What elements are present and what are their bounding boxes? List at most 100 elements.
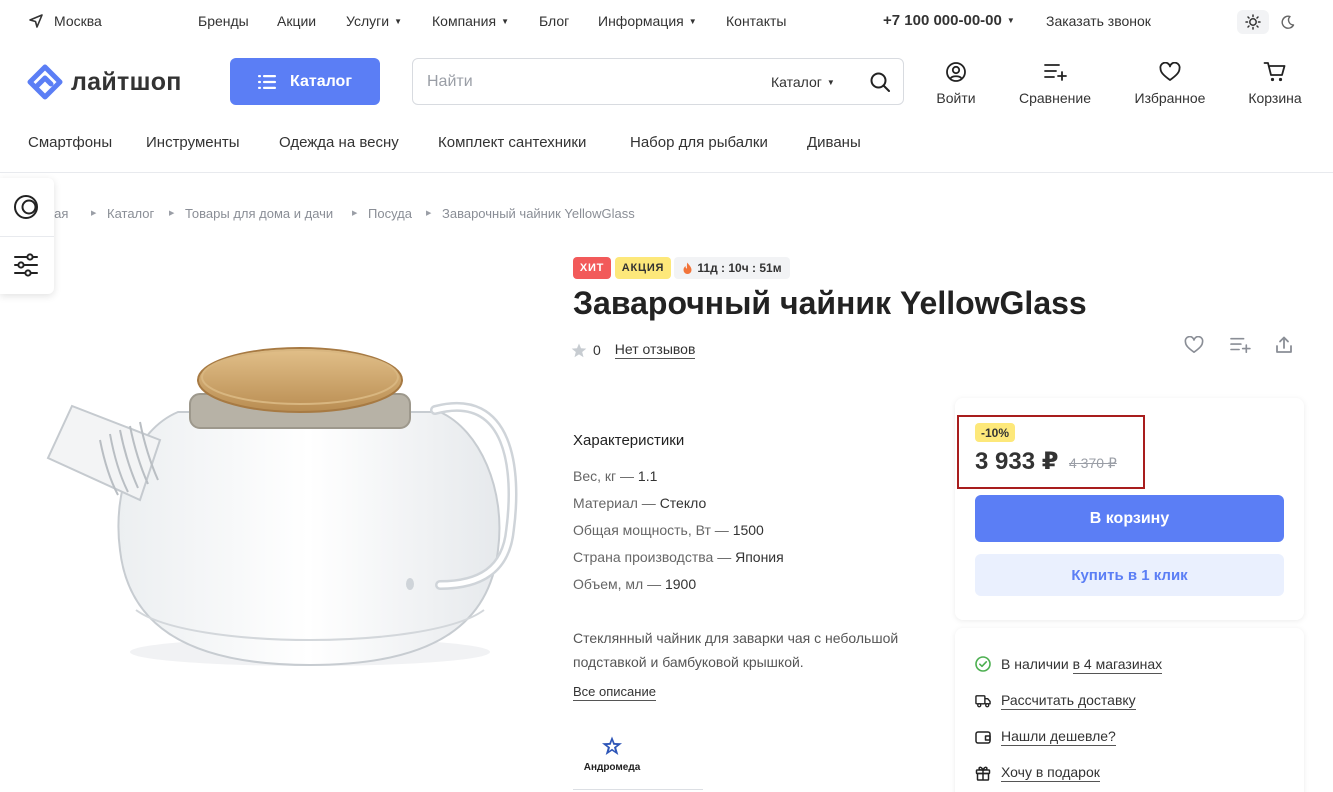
char-value: 1900	[664, 576, 697, 592]
floating-side-panel	[0, 178, 54, 294]
nav-blog-label: Блог	[539, 13, 570, 29]
nav-contacts-label: Контакты	[726, 13, 787, 29]
found-cheaper-link[interactable]: Нашли дешевле?	[1001, 728, 1116, 746]
catalog-button-label: Каталог	[290, 72, 352, 90]
add-to-favorites-button[interactable]	[1184, 335, 1204, 359]
breadcrumb-chevron-icon: ▶	[352, 210, 358, 217]
wallet-icon	[975, 731, 991, 744]
callback-link[interactable]: Заказать звонок	[1046, 13, 1151, 29]
breadcrumb-item[interactable]: Посуда	[368, 206, 412, 221]
brand-divider	[573, 789, 703, 790]
check-circle-icon	[975, 656, 991, 672]
delivery-info: Рассчитать доставку	[975, 692, 1136, 710]
compare-button[interactable]: Сравнение	[1012, 60, 1098, 106]
truck-icon	[975, 695, 991, 708]
hit-badge: ХИТ	[573, 257, 611, 279]
breadcrumb-item[interactable]: Каталог	[107, 206, 154, 221]
char-value: 1.1	[637, 468, 658, 484]
search-button[interactable]	[869, 71, 891, 98]
logo-icon	[27, 64, 63, 100]
characteristic-row: Вес, кг — 1.1	[573, 468, 658, 484]
login-button[interactable]: Войти	[930, 60, 982, 106]
reviews-link[interactable]: Нет отзывов	[614, 341, 696, 359]
category-link[interactable]: Набор для рыбалки	[630, 134, 768, 151]
delivery-calc-link[interactable]: Рассчитать доставку	[1001, 692, 1136, 710]
nav-brands-label: Бренды	[198, 13, 249, 29]
buy-one-click-label: Купить в 1 клик	[1071, 566, 1188, 584]
moon-icon	[1281, 15, 1295, 29]
stock-info: В наличии в 4 магазинах	[975, 656, 1163, 674]
category-link[interactable]: Смартфоны	[28, 134, 112, 151]
gift-wish-link[interactable]: Хочу в подарок	[1001, 764, 1100, 782]
stock-stores-link[interactable]: в 4 магазинах	[1072, 656, 1163, 674]
site-logo[interactable]: лайтшоп	[27, 64, 182, 100]
phone-dropdown[interactable]: +7 100 000-00-00 ▼	[883, 12, 1015, 29]
filters-button[interactable]	[13, 252, 39, 283]
city-label: Москва	[54, 13, 102, 29]
phone-number: +7 100 000-00-00	[883, 12, 1002, 29]
category-link[interactable]: Одежда на весну	[279, 134, 399, 151]
breadcrumb-current: Заварочный чайник YellowGlass	[442, 206, 635, 221]
brand-logo[interactable]: Андромеда	[577, 736, 647, 773]
nav-promos[interactable]: Акции	[277, 13, 316, 29]
search-scope-select[interactable]: Каталог ▼	[771, 74, 835, 90]
search-input[interactable]	[427, 71, 747, 93]
user-icon	[946, 62, 966, 82]
breadcrumb-chevron-icon: ▶	[91, 210, 97, 217]
discount-badge: -10%	[975, 423, 1015, 442]
timer-text: 11д : 10ч : 51м	[697, 261, 782, 275]
search-icon	[870, 72, 890, 92]
gift-info: Хочу в подарок	[975, 764, 1100, 782]
cart-button[interactable]: Корзина	[1244, 60, 1306, 106]
characteristic-row: Объем, мл — 1900	[573, 576, 697, 592]
compare-icon	[1044, 64, 1067, 81]
star-icon	[571, 343, 587, 357]
catalog-button[interactable]: Каталог	[230, 58, 380, 105]
characteristic-row: Страна производства — Япония	[573, 549, 784, 565]
breadcrumb-chevron-icon: ▶	[426, 210, 432, 217]
gift-icon	[975, 766, 991, 781]
location-arrow-icon	[29, 14, 43, 28]
sun-icon	[1245, 14, 1261, 30]
buy-one-click-button[interactable]: Купить в 1 клик	[975, 554, 1284, 596]
add-to-compare-button[interactable]	[1229, 336, 1251, 359]
full-description-link[interactable]: Все описание	[573, 684, 656, 701]
product-rating: 0 Нет отзывов	[571, 341, 696, 359]
search-box: Каталог ▼	[412, 58, 904, 105]
product-image	[46, 347, 518, 667]
category-link[interactable]: Комплект сантехники	[438, 134, 586, 151]
category-link[interactable]: Инструменты	[146, 134, 240, 151]
caret-down-icon: ▼	[1006, 16, 1015, 25]
characteristic-row: Материал — Стекло	[573, 495, 707, 511]
nav-contacts[interactable]: Контакты	[726, 13, 786, 29]
breadcrumb-chevron-icon: ▶	[169, 210, 175, 217]
nav-services[interactable]: Услуги ▼	[346, 13, 402, 29]
callback-label: Заказать звонок	[1046, 13, 1151, 29]
nav-company[interactable]: Компания ▼	[432, 13, 509, 29]
share-icon	[1276, 336, 1292, 353]
product-title: Заварочный чайник YellowGlass	[573, 285, 1087, 321]
compare-circles-button[interactable]	[13, 194, 39, 225]
brand-name: Андромеда	[583, 762, 641, 773]
nav-blog[interactable]: Блог	[539, 13, 569, 29]
breadcrumb-item[interactable]: Товары для дома и дачи	[185, 206, 333, 221]
share-button[interactable]	[1275, 336, 1293, 359]
favorites-button[interactable]: Избранное	[1128, 60, 1212, 106]
category-link[interactable]: Диваны	[807, 134, 861, 151]
nav-brands[interactable]: Бренды	[198, 13, 249, 29]
product-description: Стеклянный чайник для заварки чая с небо…	[573, 630, 899, 670]
list-icon	[258, 74, 276, 89]
dark-theme-button[interactable]	[1276, 10, 1300, 34]
city-selector[interactable]: Москва	[28, 13, 102, 29]
caret-down-icon: ▼	[394, 17, 402, 26]
stock-prefix: В наличии	[1001, 656, 1069, 672]
nav-info[interactable]: Информация ▼	[598, 13, 697, 29]
light-theme-button[interactable]	[1237, 10, 1269, 34]
cheaper-info: Нашли дешевле?	[975, 728, 1116, 746]
nav-company-label: Компания	[432, 13, 497, 29]
search-scope-label: Каталог	[771, 74, 822, 90]
compare-icon	[1230, 337, 1251, 354]
add-to-cart-button[interactable]: В корзину	[975, 495, 1284, 542]
characteristics-title: Характеристики	[573, 432, 685, 449]
caret-down-icon: ▼	[688, 17, 697, 26]
